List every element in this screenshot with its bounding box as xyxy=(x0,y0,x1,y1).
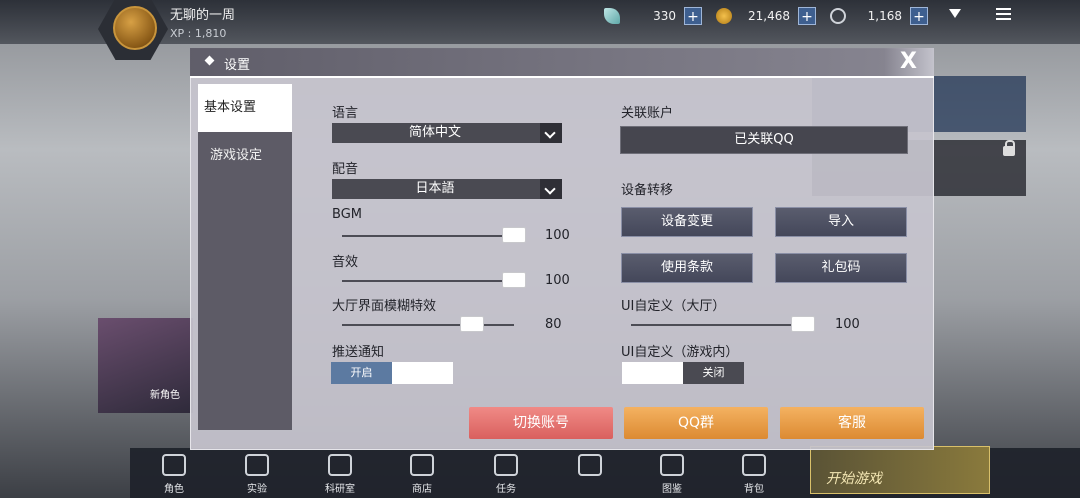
push-toggle[interactable]: 开启 xyxy=(331,362,453,384)
nav-label: 任务 xyxy=(496,484,516,495)
codex-books-icon xyxy=(660,454,684,476)
nav-experiment[interactable]: 实验 xyxy=(227,452,287,496)
nav-locked[interactable] xyxy=(560,452,620,496)
new-character-label: 新角色 xyxy=(150,390,180,401)
player-badge-icon xyxy=(113,6,157,50)
toggle-off-label[interactable]: 关闭 xyxy=(683,362,744,384)
resource-energy: 1,168 + xyxy=(830,7,928,25)
start-game-label: 开始游戏 xyxy=(826,471,882,487)
resource-value: 21,468 xyxy=(748,9,790,23)
customer-service-button[interactable]: 客服 xyxy=(780,407,924,439)
toggle-on-label[interactable]: 开启 xyxy=(331,362,392,384)
nav-label: 商店 xyxy=(412,484,432,495)
shop-cart-icon xyxy=(410,454,434,476)
nav-label: 实验 xyxy=(247,484,267,495)
dialog-header xyxy=(190,48,934,76)
language-value: 简体中文 xyxy=(408,125,461,140)
mission-icon xyxy=(494,454,518,476)
tab-game-settings[interactable]: 游戏设定 xyxy=(198,132,292,180)
voice-value: 日本語 xyxy=(415,181,455,196)
push-label: 推送通知 xyxy=(332,345,385,360)
slider-track xyxy=(631,324,815,326)
device-transfer-label: 设备转移 xyxy=(621,183,674,198)
voice-select[interactable]: 日本語 xyxy=(332,179,562,199)
nav-character[interactable]: 角色 xyxy=(144,452,204,496)
nav-codex[interactable]: 图鉴 xyxy=(642,452,702,496)
language-select[interactable]: 简体中文 xyxy=(332,123,562,143)
nav-lab[interactable]: 科研室 xyxy=(310,452,370,496)
dialog-title: 设置 xyxy=(224,58,251,73)
sfx-slider[interactable] xyxy=(342,270,526,292)
tab-basic-settings[interactable]: 基本设置 xyxy=(198,84,292,132)
resource-value: 1,168 xyxy=(867,9,902,23)
slider-track xyxy=(342,235,526,237)
nav-label: 背包 xyxy=(744,484,764,495)
add-gems-button[interactable]: + xyxy=(684,7,702,25)
add-energy-button[interactable]: + xyxy=(910,7,928,25)
energy-icon xyxy=(830,8,846,24)
qq-group-button[interactable]: QQ群 xyxy=(624,407,768,439)
experiment-icon xyxy=(245,454,269,476)
slider-track xyxy=(342,280,526,282)
lab-flask-icon xyxy=(328,454,352,476)
header-divider xyxy=(190,76,934,78)
menu-icon[interactable] xyxy=(996,8,1011,20)
nav-label: 图鉴 xyxy=(662,484,682,495)
feather-gem-icon xyxy=(604,8,620,24)
linked-account-label: 关联账户 xyxy=(621,106,674,121)
add-gold-button[interactable]: + xyxy=(798,7,816,25)
terms-of-use-button[interactable]: 使用条款 xyxy=(621,253,753,283)
ui-ingame-toggle[interactable]: 关闭 xyxy=(622,362,744,384)
gift-code-button[interactable]: 礼包码 xyxy=(775,253,907,283)
resource-gold: 21,468 + xyxy=(716,7,816,25)
voice-label: 配音 xyxy=(332,162,359,177)
linked-qq-button[interactable]: 已关联QQ xyxy=(620,126,908,154)
resource-value: 330 xyxy=(653,9,676,23)
slider-knob[interactable] xyxy=(460,316,484,332)
blur-slider[interactable] xyxy=(342,314,514,336)
nav-backpack[interactable]: 背包 xyxy=(724,452,784,496)
slider-knob[interactable] xyxy=(791,316,815,332)
bgm-label: BGM xyxy=(332,207,362,222)
nav-mission[interactable]: 任务 xyxy=(476,452,536,496)
nav-shop[interactable]: 商店 xyxy=(392,452,452,496)
lock-icon xyxy=(578,454,602,476)
sfx-value: 100 xyxy=(545,273,570,288)
lock-icon xyxy=(1003,140,1015,156)
slider-knob[interactable] xyxy=(502,272,526,288)
chevron-down-icon[interactable] xyxy=(540,179,562,199)
device-change-button[interactable]: 设备变更 xyxy=(621,207,753,237)
settings-dialog xyxy=(190,48,934,450)
ui-lobby-label: UI自定义（大厅） xyxy=(621,299,726,314)
ui-lobby-value: 100 xyxy=(835,317,860,332)
nav-label: 角色 xyxy=(164,484,184,495)
switch-account-button[interactable]: 切换账号 xyxy=(469,407,613,439)
ui-ingame-label: UI自定义（游戏内） xyxy=(621,345,739,360)
import-button[interactable]: 导入 xyxy=(775,207,907,237)
character-icon xyxy=(162,454,186,476)
chevron-down-icon[interactable] xyxy=(540,123,562,143)
gold-coin-icon xyxy=(716,8,732,24)
player-name: 无聊的一周 xyxy=(170,8,236,23)
slider-track xyxy=(342,324,514,326)
blur-label: 大厅界面模糊特效 xyxy=(332,299,437,314)
backpack-icon xyxy=(742,454,766,476)
bgm-value: 100 xyxy=(545,228,570,243)
close-icon: X xyxy=(900,49,917,74)
toggle-on-segment[interactable] xyxy=(622,362,683,384)
player-xp: XP : 1,810 xyxy=(170,27,227,40)
ui-lobby-slider[interactable] xyxy=(631,314,815,336)
language-label: 语言 xyxy=(332,106,359,121)
bgm-slider[interactable] xyxy=(342,225,526,247)
dropdown-triangle-icon[interactable] xyxy=(949,9,961,18)
sfx-label: 音效 xyxy=(332,255,359,270)
resource-gems: 330 + xyxy=(604,7,702,25)
blur-value: 80 xyxy=(545,317,562,332)
nav-label: 科研室 xyxy=(325,484,355,495)
toggle-off-segment[interactable] xyxy=(392,362,453,384)
slider-knob[interactable] xyxy=(502,227,526,243)
